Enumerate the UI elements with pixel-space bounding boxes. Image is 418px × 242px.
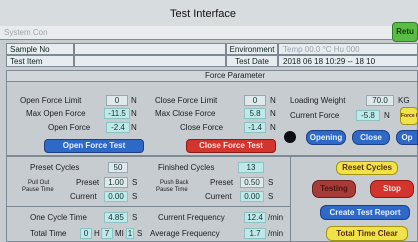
average-frequency-unit: /min [268,229,284,238]
total-time-seconds-unit: S [137,229,143,238]
total-time-minutes-unit: MI [115,229,124,238]
open-force-label: Open Force [48,123,91,132]
window-title: Test Interface [170,8,237,20]
max-open-force-value: -11.5 [104,108,130,119]
finished-cycles-value: 13 [238,162,264,173]
stop-button[interactable]: Stop [370,180,414,198]
max-close-force-unit: N [270,109,276,118]
environment-value: Temp 00.0 °C Hu 000 [278,43,418,55]
open-force-unit: N [131,123,137,132]
testing-button[interactable]: Testing [312,180,356,198]
close-force-label: Close Force [180,123,224,132]
preset-cycles-input[interactable]: 50 [108,162,128,173]
push-current-value: 0.00 [240,191,264,202]
open-force-limit-label: Open Force Limit [20,96,82,105]
pull-preset-label: Preset [76,178,100,187]
pull-out-label: Pull Out [28,180,50,186]
force-reset-button[interactable]: Force Re [400,107,418,125]
total-time-clear-button[interactable]: Total Time Clear [326,226,408,241]
close-force-value: -1.4 [244,122,266,133]
current-frequency-value: 12.4 [244,212,266,223]
push-preset-unit: S [268,178,274,187]
total-time-minutes: 7 [101,228,113,239]
reset-cycles-button[interactable]: Reset Cycles [336,161,398,175]
push-back-pause-time-label: Pause Time [156,187,188,193]
close-button[interactable]: Close [352,130,390,145]
one-cycle-time-unit: S [132,213,138,222]
system-control-bar [0,26,392,40]
max-close-force-label: Max Close Force [155,109,216,118]
max-open-force-label: Max Open Force [26,109,86,118]
create-test-report-button[interactable]: Create Test Report [320,205,410,220]
open-force-test-button[interactable]: Open Force Test [44,139,144,153]
pull-current-value: 0.00 [104,191,128,202]
close-force-limit-unit: N [270,96,276,105]
average-frequency-value: 1.7 [244,228,266,239]
total-time-seconds: 1 [126,228,134,239]
close-force-limit-input[interactable]: 0 [244,95,266,106]
max-open-force-unit: N [131,109,137,118]
finished-cycles-label: Finished Cycles [158,163,215,172]
pull-current-unit: S [132,192,138,201]
open-force-limit-unit: N [131,96,137,105]
one-cycle-time-value: 4.85 [104,212,128,223]
sample-no-field[interactable] [74,43,226,55]
force-parameter-title: Force Parameter [205,71,266,80]
current-frequency-unit: /min [268,213,284,222]
pull-out-pause-time-label: Pause Time [22,187,54,193]
loading-weight-unit: KG [398,96,410,105]
current-frequency-label: Current Frequency [158,213,225,222]
total-time-label: Total Time [30,229,67,238]
current-force-value: -5.8 [356,110,380,121]
open-button[interactable]: Op [396,130,418,145]
pull-current-label: Current [70,192,97,201]
system-control-label: System Con [4,28,48,37]
push-back-label: Push Back [160,180,189,186]
loading-weight-input[interactable]: 70.0 [366,95,394,106]
test-date-value: 2018 06 18 10:29 -- 18 10 [278,55,418,67]
test-item-label: Test Item [6,55,74,67]
cycle-time-divider [6,206,290,207]
return-button[interactable]: Retu [392,22,418,42]
pull-preset-unit: S [132,178,138,187]
max-close-force-value: 5.8 [244,108,266,119]
preset-cycles-label: Preset Cycles [30,163,80,172]
push-current-label: Current [205,192,232,201]
open-force-value: -2.4 [106,122,130,133]
pull-preset-input[interactable]: 1.00 [104,177,128,188]
push-current-unit: S [268,192,274,201]
test-item-field[interactable] [74,55,226,67]
cycles-divider [290,156,291,242]
total-time-hours: 0 [80,228,92,239]
current-force-unit: N [384,111,390,120]
push-preset-label: Preset [210,178,234,187]
sample-no-label: Sample No [6,43,74,55]
test-date-label: Test Date [226,55,278,67]
close-force-unit: N [270,123,276,132]
total-time-hours-unit: H [94,229,100,238]
push-preset-input[interactable]: 0.50 [240,177,264,188]
open-indicator-light [284,131,296,143]
open-force-limit-input[interactable]: 0 [106,95,128,106]
one-cycle-time-label: One Cycle Time [30,213,87,222]
test-interface-screen: Test Interface System Con Retu Sample No… [0,0,418,242]
opening-button[interactable]: Opening [306,130,346,145]
environment-label: Environment [226,43,278,55]
average-frequency-label: Average Frequency [150,229,220,238]
current-force-label: Current Force [290,111,340,120]
close-force-limit-label: Close Force Limit [155,96,218,105]
loading-weight-label: Loading Weight [290,96,346,105]
close-force-test-button[interactable]: Close Force Test [186,139,276,153]
